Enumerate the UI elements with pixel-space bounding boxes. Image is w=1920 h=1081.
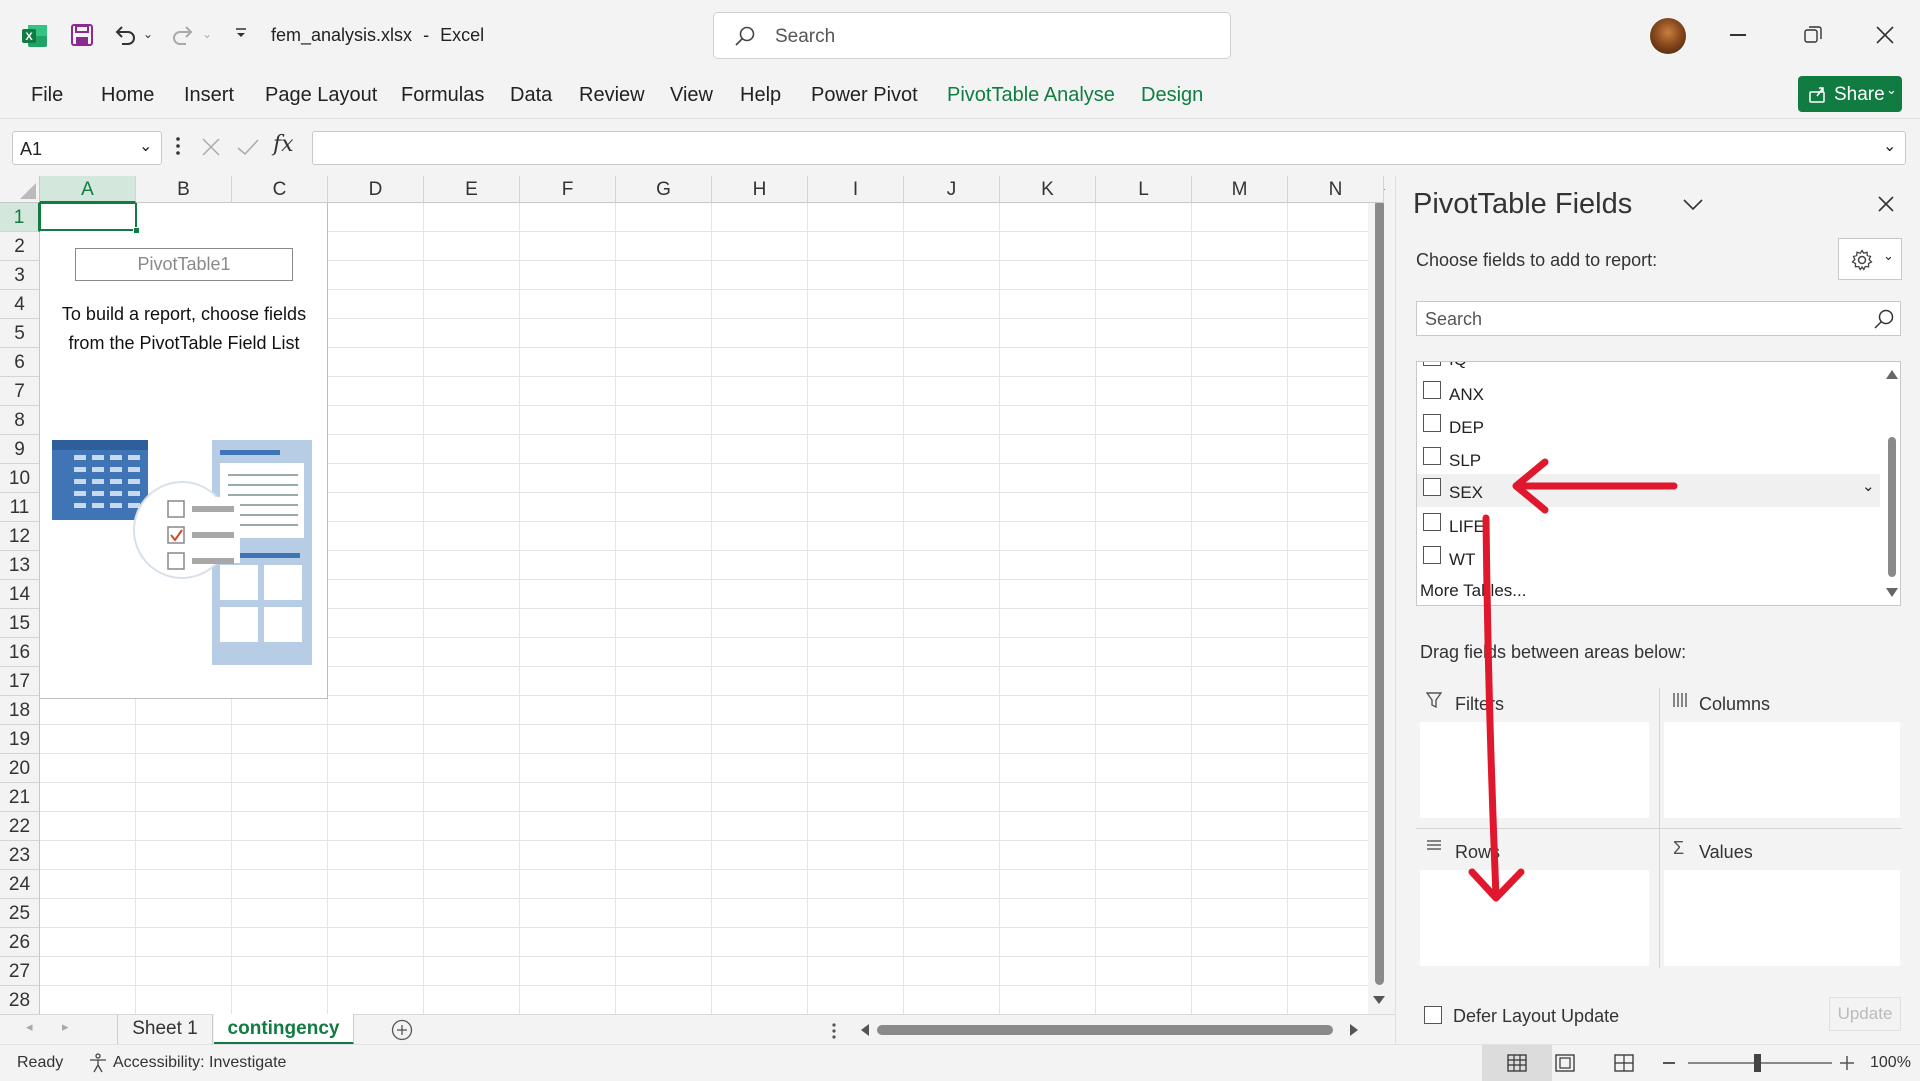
normal-view-icon xyxy=(1507,1054,1527,1072)
accessibility-icon[interactable] xyxy=(88,1053,108,1073)
arrow-to-sex-field xyxy=(1512,458,1678,514)
status-bar: Ready Accessibility: Investigate 100% xyxy=(0,1044,1920,1081)
arrow-to-rows-area xyxy=(1468,514,1525,902)
status-ready: Ready xyxy=(17,1054,64,1071)
accessibility-status[interactable]: Accessibility: Investigate xyxy=(113,1054,286,1072)
zoom-slider[interactable] xyxy=(1688,1054,1832,1072)
zoom-out-icon[interactable] xyxy=(1663,1062,1675,1064)
page-layout-view-icon[interactable] xyxy=(1555,1054,1575,1072)
zoom-in-icon[interactable] xyxy=(1840,1056,1854,1070)
normal-view-button[interactable] xyxy=(1482,1045,1552,1081)
page-break-view-icon[interactable] xyxy=(1614,1054,1634,1072)
zoom-slider-thumb[interactable] xyxy=(1754,1054,1761,1072)
annotation-arrows xyxy=(1468,458,1678,902)
zoom-level[interactable]: 100% xyxy=(1870,1054,1911,1072)
